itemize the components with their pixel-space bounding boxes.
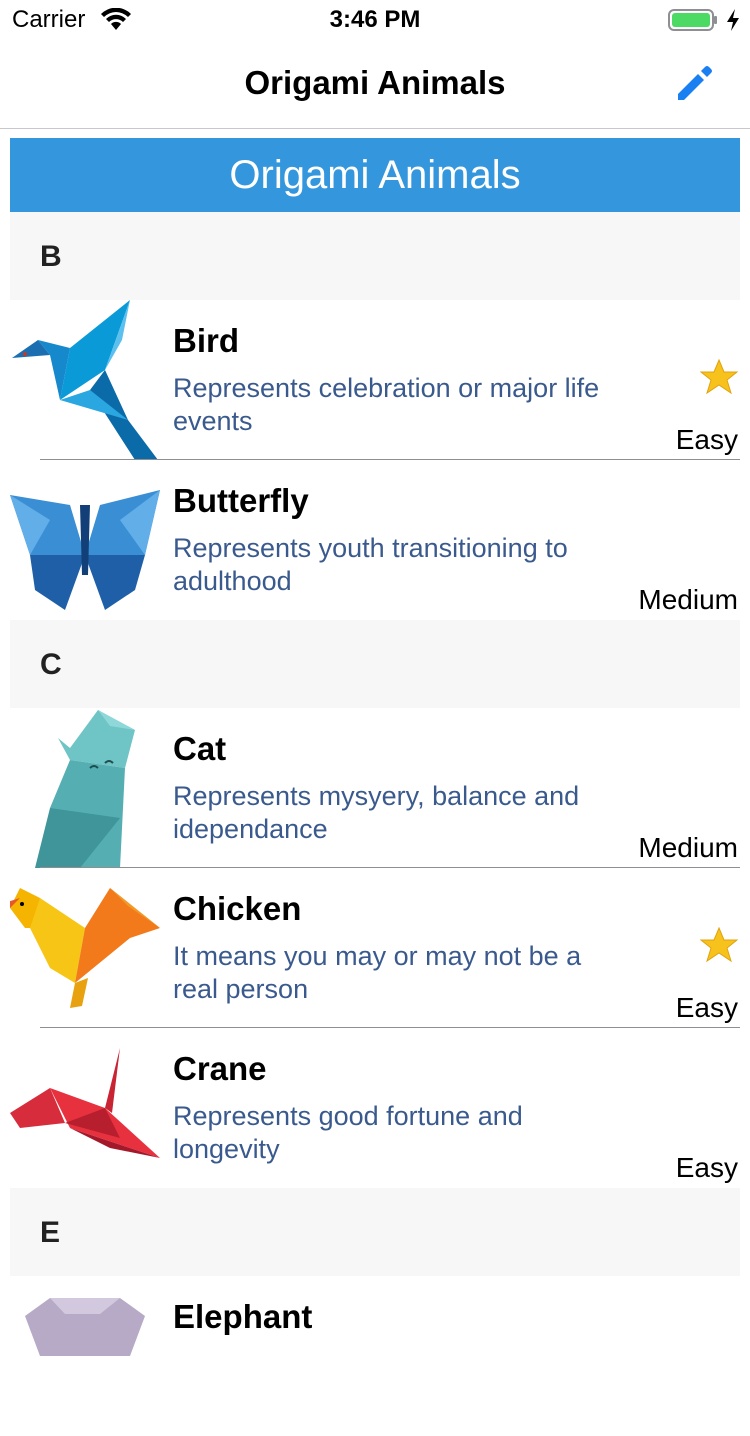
difficulty-label: Medium (638, 584, 738, 615)
pencil-icon[interactable] (674, 62, 716, 104)
item-title: Chicken (173, 890, 302, 927)
item-title: Bird (173, 322, 239, 359)
list-item-cat[interactable]: Cat Represents mysyery, balance and idep… (10, 708, 740, 868)
status-bar: Carrier 3:46 PM (0, 0, 750, 40)
elephant-origami-image (25, 1298, 145, 1356)
list-item-chicken[interactable]: Chicken It means you may or may not be a… (10, 868, 740, 1028)
difficulty-label: Easy (675, 1152, 738, 1183)
difficulty-label: Easy (675, 992, 738, 1023)
item-description: Represents good fortune and longevity (173, 1101, 523, 1164)
item-description: Represents mysyery, balance and idependa… (173, 781, 580, 844)
item-title: Crane (173, 1050, 267, 1087)
item-description: Represents youth transitioning to adulth… (173, 533, 568, 596)
item-title: Butterfly (173, 482, 309, 519)
bird-origami-image (12, 300, 158, 460)
nav-title: Origami Animals (244, 64, 506, 101)
list-item-crane[interactable]: Crane Represents good fortune and longev… (10, 1028, 740, 1188)
section-header-c: C (10, 620, 740, 708)
chicken-origami-image (10, 888, 160, 1008)
item-description: Represents celebration or major life eve… (173, 373, 600, 436)
charging-bolt-icon (727, 9, 739, 31)
difficulty-label: Medium (638, 832, 738, 863)
item-title: Elephant (173, 1298, 313, 1335)
favorite-star-icon (700, 926, 738, 963)
section-letter: E (40, 1216, 61, 1249)
item-description: It means you may or may not be a real pe… (173, 941, 582, 1004)
favorite-star-icon (700, 358, 738, 395)
section-header-b: B (10, 212, 740, 300)
section-letter: C (40, 648, 62, 681)
animal-list[interactable]: Origami Animals B Bird Represents celebr… (10, 138, 740, 1436)
item-title: Cat (173, 730, 227, 767)
difficulty-label: Easy (675, 424, 738, 455)
list-item-bird[interactable]: Bird Represents celebration or major lif… (10, 300, 740, 460)
list-item-elephant[interactable]: Elephant (10, 1276, 740, 1436)
butterfly-origami-image (10, 490, 160, 610)
battery-icon (668, 9, 717, 31)
status-time: 3:46 PM (329, 6, 421, 33)
list-item-butterfly[interactable]: Butterfly Represents youth transitioning… (10, 460, 740, 620)
cat-origami-image (35, 710, 135, 868)
section-letter: B (40, 240, 62, 273)
list-banner: Origami Animals (10, 138, 740, 212)
crane-origami-image (10, 1048, 160, 1158)
navigation-bar: Origami Animals (0, 40, 750, 129)
section-header-e: E (10, 1188, 740, 1276)
